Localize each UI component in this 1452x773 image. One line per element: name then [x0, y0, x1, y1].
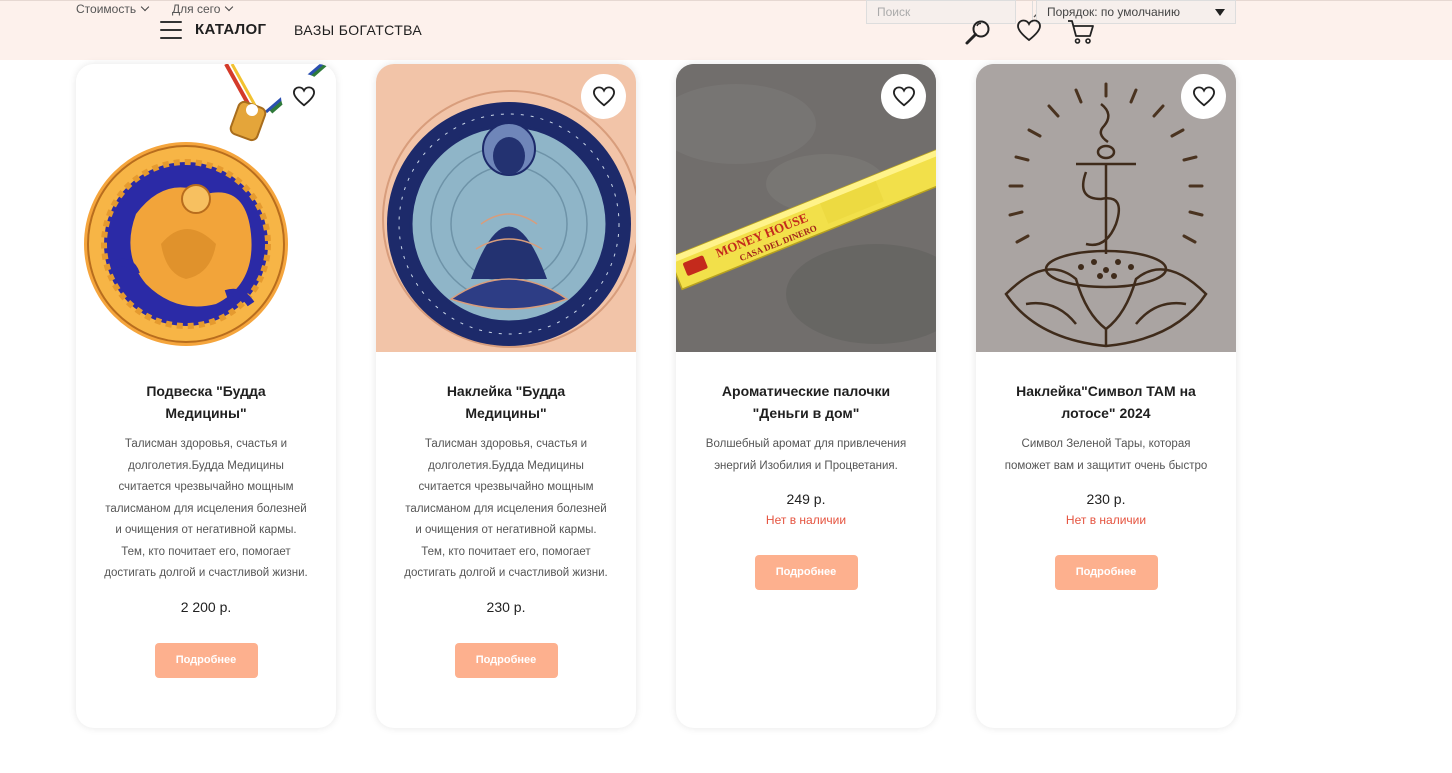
product-card[interactable]: MONEY HOUSE CASA DEL DINERO Ароматически…: [676, 64, 936, 728]
product-description: Талисман здоровья, счастья и долголетия.…: [104, 438, 308, 579]
cart-icon[interactable]: [1066, 18, 1096, 46]
product-image[interactable]: [76, 64, 336, 352]
filter-price-label: Стоимость: [76, 2, 137, 16]
product-description: Волшебный аромат для привлечения энергий…: [705, 438, 907, 472]
product-title[interactable]: Подвеска "Будда Медицины": [76, 380, 336, 424]
favorite-button[interactable]: [1181, 74, 1226, 119]
product-price: 249 р.: [786, 491, 826, 507]
category-title[interactable]: ВАЗЫ БОГАТСТВА: [294, 22, 422, 38]
favorite-button[interactable]: [881, 74, 926, 119]
search-input[interactable]: [867, 1, 1032, 23]
caret-down-icon: [1215, 9, 1225, 16]
product-price: 230 р.: [1086, 491, 1126, 507]
product-description: Талисман здоровья, счастья и долголетия.…: [404, 438, 608, 579]
product-title[interactable]: Наклейка"Символ ТАМ на лотосе" 2024: [976, 380, 1236, 424]
product-title[interactable]: Наклейка "Будда Медицины": [376, 380, 636, 424]
heart-icon: [892, 85, 915, 106]
product-title[interactable]: Ароматические палочки "Деньги в дом": [676, 380, 936, 424]
filter-for-whom-label: Для сего: [172, 2, 221, 16]
product-image[interactable]: [976, 64, 1236, 352]
chevron-down-icon: [225, 2, 234, 12]
stock-status: Нет в наличии: [765, 513, 847, 527]
product-image[interactable]: MONEY HOUSE CASA DEL DINERO: [676, 64, 936, 352]
heart-icon: [1192, 85, 1215, 106]
favorite-button[interactable]: [281, 74, 326, 119]
sort-label: Порядок: по умолчанию: [1047, 5, 1180, 19]
favorite-button[interactable]: [581, 74, 626, 119]
product-card[interactable]: Подвеска "Будда Медицины" Талисман здоро…: [76, 64, 336, 728]
details-button[interactable]: Подробнее: [154, 642, 258, 678]
product-image[interactable]: [376, 64, 636, 352]
product-description: Символ Зеленой Тары, которая поможет вам…: [1004, 438, 1208, 472]
product-price: 230 р.: [486, 598, 526, 615]
filter-for-whom-dropdown[interactable]: Для сего: [172, 2, 234, 16]
catalog-link[interactable]: КАТАЛОГ: [195, 21, 266, 38]
details-button[interactable]: Подробнее: [454, 642, 558, 678]
heart-icon: [292, 85, 315, 106]
details-button[interactable]: Подробнее: [1054, 555, 1158, 590]
heart-icon[interactable]: [1016, 18, 1042, 44]
chevron-down-icon: [140, 2, 150, 12]
product-price: 2 200 р.: [180, 598, 232, 615]
product-card[interactable]: Наклейка "Будда Медицины" Талисман здоро…: [376, 64, 636, 728]
details-button[interactable]: Подробнее: [754, 555, 858, 590]
stock-status: Нет в наличии: [1065, 513, 1147, 527]
heart-icon: [592, 85, 615, 106]
product-card[interactable]: Наклейка"Символ ТАМ на лотосе" 2024 Симв…: [976, 64, 1236, 728]
search-icon[interactable]: [964, 18, 994, 46]
menu-icon[interactable]: [160, 21, 182, 39]
site-header: Стоимость Для сего КАТАЛОГ ВАЗЫ БОГАТСТВ…: [0, 0, 1452, 60]
filter-price-dropdown[interactable]: Стоимость: [76, 2, 150, 16]
